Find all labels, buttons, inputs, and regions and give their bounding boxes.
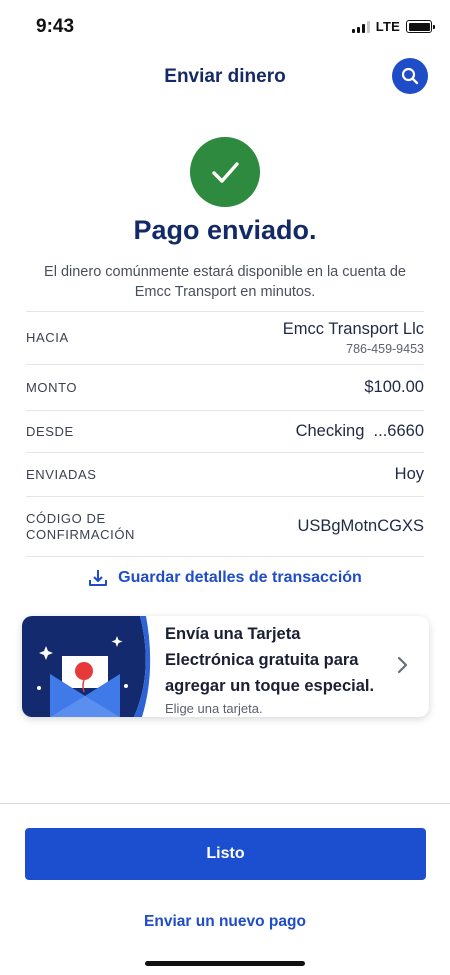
- amount-label: MONTO: [26, 379, 78, 395]
- search-button[interactable]: [392, 58, 428, 94]
- home-indicator: [145, 961, 305, 966]
- success-title: Pago enviado.: [133, 215, 317, 245]
- app-header: Enviar dinero: [0, 54, 450, 100]
- sent-value: Hoy: [394, 465, 424, 483]
- to-value: Emcc Transport Llc 786-459-9453: [283, 320, 424, 356]
- to-label: HACIA: [26, 330, 69, 345]
- chevron-right-icon: [397, 656, 408, 674]
- amount-value: $100.00: [364, 378, 424, 396]
- promo-text: Envía una Tarjeta Electrónica gratuita p…: [165, 621, 393, 716]
- status-bar: 9:43 LTE: [0, 0, 450, 54]
- promo-title: Envía una Tarjeta Electrónica gratuita p…: [165, 625, 375, 695]
- network-label: LTE: [375, 19, 400, 34]
- download-icon: [89, 570, 108, 586]
- save-details-label: Guardar detalles de transacción: [118, 569, 362, 586]
- detail-row-sent: ENVIADAS Hoy: [26, 453, 424, 497]
- from-value: Checking ...6660: [295, 422, 424, 440]
- from-label: DESDE: [26, 423, 74, 439]
- detail-row-to: HACIA Emcc Transport Llc 786-459-9453: [26, 312, 424, 365]
- status-indicators: LTE: [351, 19, 435, 34]
- battery-icon: [406, 20, 435, 33]
- footer-divider: [0, 803, 450, 804]
- search-icon: [401, 67, 419, 85]
- ecard-promo-card[interactable]: Envía una Tarjeta Electrónica gratuita p…: [22, 616, 429, 717]
- confirmation-label: CÓDIGO DE CONFIRMACIÓN: [26, 510, 136, 542]
- transaction-details: HACIA Emcc Transport Llc 786-459-9453 MO…: [26, 311, 424, 557]
- status-time: 9:43: [36, 16, 75, 37]
- promo-subtitle: Elige una tarjeta.: [165, 701, 263, 716]
- sent-label: ENVIADAS: [26, 466, 97, 482]
- envelope-balloon-icon: [22, 616, 151, 717]
- detail-row-amount: MONTO $100.00: [26, 365, 424, 411]
- page-title: Enviar dinero: [164, 66, 286, 87]
- send-new-payment-link[interactable]: Enviar un nuevo pago: [0, 913, 450, 931]
- success-check-badge: [190, 137, 260, 207]
- done-button[interactable]: Listo: [25, 828, 426, 880]
- payment-confirmation-screen: 9:43 LTE Enviar dinero Pago enviado. El …: [0, 0, 450, 975]
- signal-icon: [351, 20, 370, 33]
- confirmation-code: USBgMotnCGXS: [297, 517, 424, 535]
- recipient-phone: 786-459-9453: [346, 342, 424, 356]
- save-transaction-details-link[interactable]: Guardar detalles de transacción: [0, 568, 450, 588]
- detail-row-confirmation: CÓDIGO DE CONFIRMACIÓN USBgMotnCGXS: [26, 497, 424, 557]
- recipient-name: Emcc Transport Llc: [282, 320, 424, 338]
- success-message: El dinero comúnmente estará disponible e…: [44, 264, 406, 300]
- detail-row-from: DESDE Checking ...6660: [26, 411, 424, 453]
- checkmark-icon: [212, 162, 239, 183]
